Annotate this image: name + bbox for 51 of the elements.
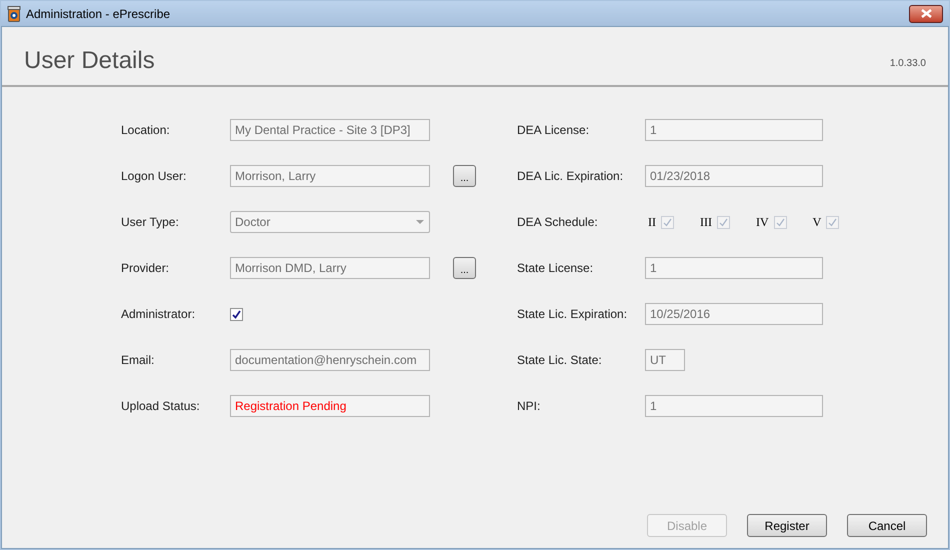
text-field[interactable]: 1 [645,119,823,141]
field-label: DEA License: [517,122,590,139]
field-label: Location: [121,122,171,139]
field-label: DEA Schedule: [517,214,599,231]
dropdown[interactable]: Doctor [230,211,430,233]
schedule-label: II [648,214,656,231]
text-field[interactable]: Morrison DMD, Larry [230,257,430,279]
field-label: DEA Lic. Expiration: [517,168,624,185]
app-icon [7,6,21,22]
text-field[interactable]: 10/25/2016 [645,303,823,325]
checkbox[interactable] [661,216,674,228]
text-field[interactable]: 1 [645,395,823,417]
field-label: Administrator: [121,306,196,323]
text-field[interactable]: My Dental Practice - Site 3 [DP3] [230,119,430,141]
close-icon [920,9,932,18]
browse-button[interactable]: ... [453,257,476,279]
field-label: Upload Status: [121,398,201,415]
field-label: State License: [517,260,594,277]
text-field[interactable]: 01/23/2018 [645,165,823,187]
schedule-label: III [700,214,712,231]
text-field[interactable]: UT [645,349,685,371]
window-title: Administration - ePrescribe [26,6,170,22]
text-field[interactable]: 1 [645,257,823,279]
checkbox[interactable] [717,216,730,228]
close-button[interactable] [909,4,943,22]
dialog-button[interactable]: Register [747,514,827,537]
field-label: Provider: [121,260,170,277]
checkbox[interactable] [774,216,787,228]
checkmark-icon [776,218,785,226]
page-title: User Details [24,46,155,76]
dropdown-arrow-icon [416,220,424,224]
checkmark-icon [663,218,672,226]
schedule-label: V [812,214,822,231]
text-field[interactable]: documentation@henryschein.com [230,349,430,371]
dialog-button[interactable]: Cancel [847,514,927,537]
field-label: Logon User: [121,168,188,185]
text-field[interactable]: Morrison, Larry [230,165,430,187]
checkmark-icon [719,218,728,226]
field-label: Email: [121,352,156,369]
field-label: NPI: [517,398,542,415]
checkbox[interactable] [230,308,243,320]
checkbox[interactable] [826,216,840,228]
version-label: 1.0.33.0 [890,57,926,71]
field-label: User Type: [121,214,180,231]
browse-button[interactable]: ... [453,165,476,187]
schedule-label: IV [756,214,769,231]
field-label: State Lic. Expiration: [517,306,628,323]
field-label: State Lic. State: [517,352,603,369]
status-field: Registration Pending [230,395,430,417]
checkmark-icon [828,218,838,226]
checkmark-icon [232,310,241,318]
